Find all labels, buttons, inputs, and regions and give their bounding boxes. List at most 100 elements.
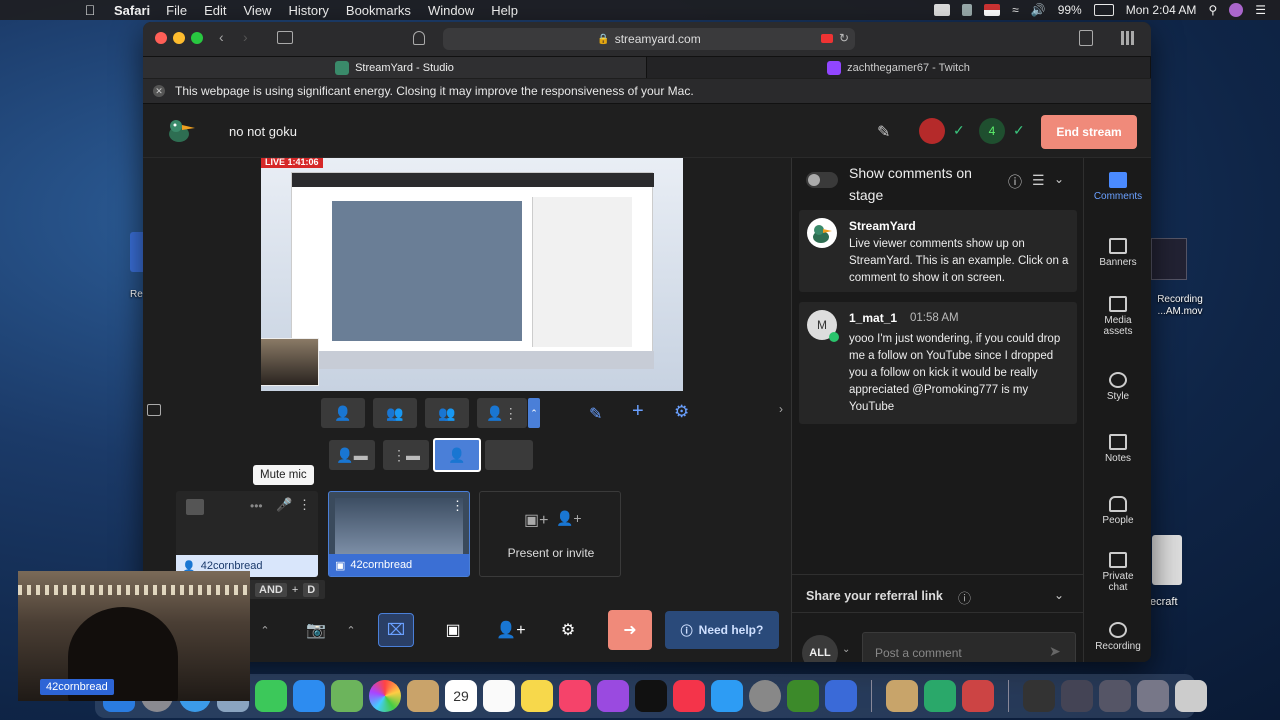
calendar-icon[interactable]: 29	[445, 680, 477, 712]
audience-chevron-icon[interactable]: ⌄	[842, 644, 850, 655]
edit-pencil-icon[interactable]: ✎	[877, 122, 890, 142]
desktop-video-thumbnail[interactable]	[1151, 238, 1187, 280]
post-comment-input[interactable]: Post a comment ➤	[862, 632, 1076, 662]
music-icon[interactable]	[559, 680, 591, 712]
filter-sliders-icon[interactable]: ☰	[1032, 172, 1045, 189]
back-icon[interactable]: ‹	[219, 29, 224, 45]
utilities-icon[interactable]	[886, 680, 918, 712]
layout-picture-button[interactable]: ⋮▬	[383, 440, 429, 470]
system-preferences-icon[interactable]	[749, 680, 781, 712]
youtube-destination-avatar[interactable]	[919, 118, 945, 144]
layout-screen-camera-button[interactable]: 👤	[433, 438, 481, 472]
menu-bookmarks[interactable]: Bookmarks	[346, 3, 411, 18]
desktop-drive-icon[interactable]	[1152, 535, 1182, 585]
messages-icon[interactable]	[255, 680, 287, 712]
stage-settings-gear-icon[interactable]: ⚙	[674, 402, 689, 422]
help-icon[interactable]: ⓘ	[1008, 172, 1022, 192]
comment-card[interactable]: StreamYard Live viewer comments show up …	[799, 210, 1077, 292]
privacy-shield-icon[interactable]	[413, 31, 425, 45]
rail-banners[interactable]: Banners	[1084, 238, 1151, 268]
rail-media-assets[interactable]: Media assets	[1084, 296, 1151, 337]
close-banner-icon[interactable]: ✕	[153, 85, 165, 97]
referral-help-icon[interactable]: ⓘ	[958, 588, 971, 607]
more-options-icon[interactable]: ⋮	[451, 498, 464, 514]
microphone-icon[interactable]: 🎤	[276, 497, 292, 513]
reminders-icon[interactable]	[483, 680, 515, 712]
layout-solo-button[interactable]: 👤	[321, 398, 365, 428]
recent-window-thumbnail[interactable]	[1099, 680, 1131, 712]
camera-toggle-icon[interactable]: 📷	[298, 613, 334, 647]
camera-options-chevron-icon[interactable]: ⌃	[343, 613, 359, 647]
share-icon[interactable]	[1079, 30, 1093, 46]
show-comments-toggle[interactable]	[806, 172, 838, 188]
spotlight-icon[interactable]: ⚲	[1208, 3, 1217, 17]
need-help-button[interactable]: ⓘ Need help?	[665, 611, 779, 649]
rail-people[interactable]: People	[1084, 496, 1151, 526]
leave-studio-icon[interactable]: ➜	[608, 610, 652, 650]
tab-twitch[interactable]: zachthegamer67 - Twitch	[647, 57, 1151, 78]
photos-icon[interactable]	[369, 680, 401, 712]
scenes-panel-icon[interactable]	[147, 404, 161, 416]
input-flag-icon[interactable]	[984, 4, 1001, 16]
apple-tv-icon[interactable]	[635, 680, 667, 712]
kick-destination-avatar[interactable]: 4	[979, 118, 1005, 144]
audience-selector[interactable]: ALL	[802, 635, 838, 662]
end-stream-button[interactable]: End stream	[1041, 115, 1137, 149]
siri-icon[interactable]	[1229, 3, 1244, 17]
clock[interactable]: Mon 2:04 AM	[1126, 3, 1197, 17]
menu-app-name[interactable]: Safari	[114, 3, 150, 18]
rail-notes[interactable]: Notes	[1084, 434, 1151, 464]
menu-view[interactable]: View	[244, 3, 272, 18]
reload-icon[interactable]: ↻	[839, 31, 849, 45]
layout-fullscreen-button[interactable]	[485, 440, 533, 470]
participant-card-camera[interactable]: ••• 🎤 ⋮ 👤 42cornbread	[176, 491, 318, 577]
expand-panel-chevron-icon[interactable]: ›	[779, 402, 783, 416]
settings-gear-icon[interactable]: ⚙	[550, 613, 586, 647]
news-icon[interactable]	[673, 680, 705, 712]
participant-card-screen[interactable]: ⋮ ▣ 42cornbread	[328, 491, 470, 577]
comment-card[interactable]: M 1_mat_1 01:58 AM yooo I'm just wonderi…	[799, 302, 1077, 424]
wifi-icon[interactable]: ≈	[1012, 3, 1019, 17]
maps-icon[interactable]	[331, 680, 363, 712]
address-bar[interactable]: 🔒 streamyard.com ↻	[443, 28, 855, 50]
send-icon[interactable]: ➤	[1049, 643, 1061, 660]
layout-expand-chevron-icon[interactable]: ⌃	[528, 398, 540, 428]
add-layout-plus-icon[interactable]: +	[632, 400, 644, 423]
present-or-invite-card[interactable]: ▣+ 👤+ Present or invite	[479, 491, 621, 577]
notes-dock-icon[interactable]	[521, 680, 553, 712]
rail-comments[interactable]: Comments	[1084, 172, 1151, 202]
screen-mirroring-icon[interactable]	[934, 4, 951, 16]
contacts-icon[interactable]	[407, 680, 439, 712]
tab-streamyard[interactable]: StreamYard - Studio	[143, 57, 647, 78]
control-center-icon[interactable]: ☰	[1255, 3, 1266, 17]
rail-private-chat[interactable]: Private chat	[1084, 552, 1151, 593]
zoom-window-button[interactable]	[191, 32, 203, 44]
close-window-button[interactable]	[155, 32, 167, 44]
layout-group-button[interactable]: 👥	[373, 398, 417, 428]
edit-layout-pencil-icon[interactable]: ✎	[589, 404, 602, 424]
layout-leader-button[interactable]: 👥	[425, 398, 469, 428]
forward-icon[interactable]: ›	[243, 29, 248, 45]
recent-window-thumbnail[interactable]	[1137, 680, 1169, 712]
more-options-icon[interactable]: ⋮	[298, 497, 311, 513]
app-store-icon[interactable]	[711, 680, 743, 712]
filter-chevron-icon[interactable]: ⌄	[1054, 172, 1064, 186]
menu-history[interactable]: History	[288, 3, 328, 18]
acrobat-icon[interactable]	[962, 680, 994, 712]
share-screen-icon[interactable]: ▣	[435, 613, 471, 647]
minecraft-icon[interactable]	[787, 680, 819, 712]
layout-sidebar-button[interactable]: 👤▬	[329, 440, 375, 470]
stage-preview[interactable]: LIVE 1:41:06	[261, 158, 683, 391]
trash-icon[interactable]	[1175, 680, 1207, 712]
menu-file[interactable]: File	[166, 3, 187, 18]
sidebar-icon[interactable]	[277, 31, 293, 44]
recent-window-thumbnail[interactable]	[1061, 680, 1093, 712]
rail-recording[interactable]: Recording	[1084, 622, 1151, 652]
referral-expand-chevron-icon[interactable]: ⌄	[1054, 588, 1064, 602]
recent-window-thumbnail[interactable]	[1023, 680, 1055, 712]
streaming-app-icon[interactable]	[924, 680, 956, 712]
battery-icon[interactable]	[1093, 4, 1114, 16]
recording-indicator-icon[interactable]	[821, 34, 833, 43]
stop-share-icon[interactable]: ⌧	[378, 613, 414, 647]
mic-options-chevron-icon[interactable]: ⌃	[257, 613, 273, 647]
